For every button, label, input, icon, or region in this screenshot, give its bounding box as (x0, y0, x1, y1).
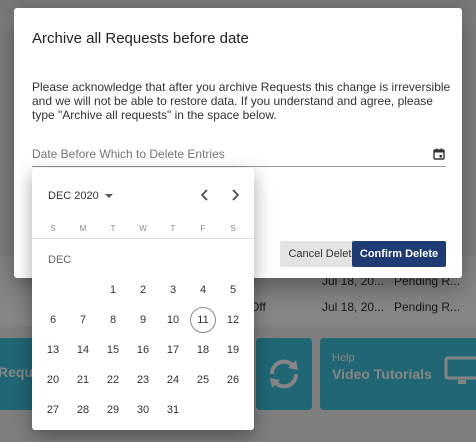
weekday-label: W (139, 224, 147, 233)
calendar-day[interactable]: 18 (190, 337, 216, 363)
month-year-select[interactable]: DEC 2020 (48, 190, 113, 202)
calendar-day[interactable]: 14 (70, 337, 96, 363)
next-month-button[interactable] (226, 186, 244, 204)
calendar-day[interactable]: 21 (70, 367, 96, 393)
calendar-day[interactable]: 25 (190, 367, 216, 393)
weekday-label: T (170, 224, 176, 233)
weekday-label: T (110, 224, 116, 233)
date-input-placeholder: Date Before Which to Delete Entries (32, 147, 225, 161)
weekday-label: M (79, 224, 87, 233)
calendar-icon[interactable] (433, 148, 445, 160)
date-picker: DEC 2020 S M T W T F S DEC 1 2 3 4 5 6 7 8 9 10 11… (32, 168, 254, 430)
calendar-day[interactable]: 19 (220, 337, 246, 363)
calendar-day[interactable]: 1 (100, 277, 126, 303)
calendar-day[interactable]: 5 (220, 277, 246, 303)
dialog-message: Please acknowledge that after you archiv… (32, 80, 451, 122)
calendar-day[interactable]: 9 (130, 307, 156, 333)
calendar-day[interactable]: 22 (100, 367, 126, 393)
calendar-day[interactable]: 6 (40, 307, 66, 333)
weekday-label: S (50, 224, 56, 233)
calendar-day[interactable]: 16 (130, 337, 156, 363)
calendar-day[interactable]: 26 (220, 367, 246, 393)
calendar-day[interactable]: 24 (160, 367, 186, 393)
calendar-day[interactable]: 27 (40, 397, 66, 423)
calendar-day[interactable]: 8 (100, 307, 126, 333)
calendar-day[interactable]: 4 (190, 277, 216, 303)
date-input[interactable]: Date Before Which to Delete Entries (32, 143, 446, 167)
month-year-label: DEC 2020 (48, 190, 99, 202)
calendar-day[interactable]: 20 (40, 367, 66, 393)
calendar-divider (32, 238, 254, 239)
weekday-header: S M T W T F S (38, 224, 248, 236)
calendar-day[interactable]: 31 (160, 397, 186, 423)
prev-month-button[interactable] (196, 186, 214, 204)
weekday-label: F (200, 224, 206, 233)
calendar-day[interactable]: 10 (160, 307, 186, 333)
calendar-day[interactable]: 28 (70, 397, 96, 423)
confirm-delete-button[interactable]: Confirm Delete (352, 241, 446, 267)
calendar-day[interactable]: 15 (100, 337, 126, 363)
calendar-day-today[interactable]: 11 (190, 307, 216, 333)
calendar-day[interactable]: 29 (100, 397, 126, 423)
chevron-down-icon (104, 194, 113, 198)
dialog-title: Archive all Requests before date (32, 30, 249, 47)
calendar-day[interactable]: 30 (130, 397, 156, 423)
calendar-day[interactable]: 3 (160, 277, 186, 303)
calendar-day[interactable]: 2 (130, 277, 156, 303)
calendar-day[interactable]: 12 (220, 307, 246, 333)
calendar-day[interactable]: 17 (160, 337, 186, 363)
weekday-label: S (230, 224, 236, 233)
calendar-day[interactable]: 7 (70, 307, 96, 333)
month-label: DEC (48, 254, 72, 266)
calendar-day[interactable]: 13 (40, 337, 66, 363)
calendar-day[interactable]: 23 (130, 367, 156, 393)
